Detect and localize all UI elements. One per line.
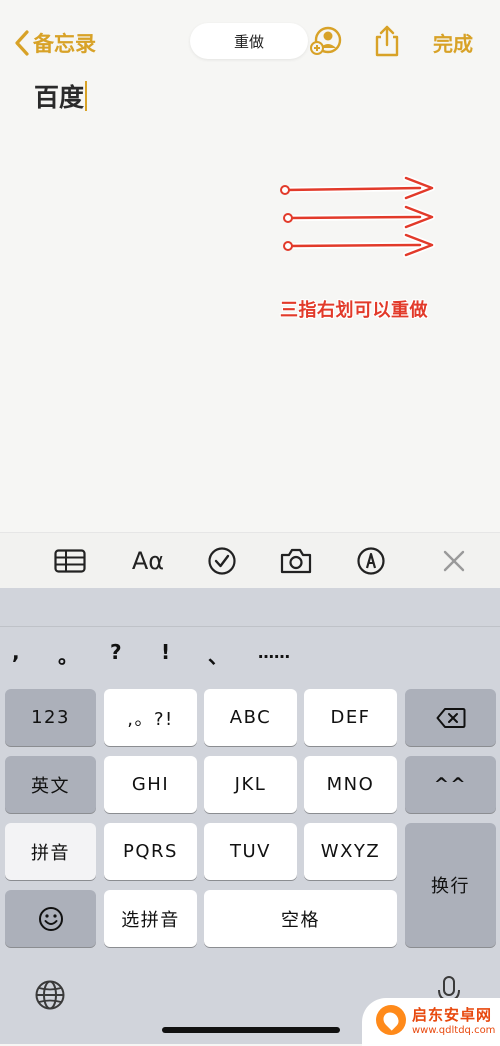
candidate-bar [0, 588, 500, 627]
redo-hud: 重做 [190, 23, 308, 59]
punctuation-key[interactable]: ? [110, 640, 122, 664]
key-select-pinyin[interactable]: 选拼音 [104, 890, 197, 947]
format-toolbar: Aα [0, 532, 500, 589]
key-emoticon[interactable]: ^^ [405, 756, 496, 813]
three-finger-swipe-arrows [270, 170, 450, 274]
swipe-arrow [283, 232, 435, 258]
watermark-title: 启东安卓网 [412, 1006, 493, 1024]
smiley-icon [38, 906, 63, 931]
back-label: 备忘录 [33, 32, 96, 56]
gesture-hint-text: 三指右划可以重做 [280, 300, 428, 321]
key-123[interactable]: 123 [5, 689, 96, 746]
checklist-icon[interactable] [205, 545, 239, 577]
watermark-logo-icon [376, 1005, 406, 1035]
format-text-icon[interactable]: Aα [128, 545, 168, 577]
swipe-arrow [283, 204, 435, 230]
punctuation-key[interactable]: …… [258, 643, 290, 662]
site-watermark: 启东安卓网 www.qdltdq.com [362, 998, 500, 1046]
punctuation-key[interactable]: , [12, 640, 20, 664]
table-icon[interactable] [53, 545, 87, 577]
key-pqrs[interactable]: PQRS [104, 823, 197, 880]
key-def[interactable]: DEF [304, 689, 397, 746]
note-title-text: 百度 [34, 83, 85, 112]
punctuation-row: , 。 ? ! 、 …… [0, 640, 320, 680]
backspace-icon [436, 707, 465, 728]
chevron-left-icon [15, 30, 29, 56]
done-button[interactable]: 完成 [433, 28, 473, 57]
key-wxyz[interactable]: WXYZ [304, 823, 397, 880]
swipe-arrow [280, 175, 435, 201]
watermark-url: www.qdltdq.com [412, 1025, 496, 1036]
nav-bar: 备忘录 重做 完成 [0, 0, 500, 80]
share-icon[interactable] [372, 24, 402, 62]
space-key[interactable]: 空格 [204, 890, 397, 947]
key-mno[interactable]: MNO [304, 756, 397, 813]
text-caret [85, 81, 88, 111]
punctuation-key[interactable]: ! [161, 640, 170, 664]
delete-key[interactable] [405, 689, 496, 746]
key-jkl[interactable]: JKL [204, 756, 297, 813]
key-abc[interactable]: ABC [204, 689, 297, 746]
close-icon[interactable] [437, 545, 471, 577]
key-english[interactable]: 英文 [5, 756, 96, 813]
back-button[interactable]: 备忘录 [14, 28, 96, 58]
key-tuv[interactable]: TUV [204, 823, 297, 880]
return-key[interactable]: 换行 [405, 823, 496, 947]
note-title[interactable]: 百度 [34, 78, 88, 114]
markup-pen-icon[interactable] [354, 545, 388, 577]
punctuation-key[interactable]: 。 [58, 640, 78, 669]
globe-icon[interactable] [34, 979, 66, 1015]
punctuation-key[interactable]: 、 [208, 640, 228, 669]
redo-label: 重做 [233, 32, 264, 51]
camera-icon[interactable] [279, 545, 313, 577]
key-ghi[interactable]: GHI [104, 756, 197, 813]
key-punctuation[interactable]: ,。?! [104, 689, 197, 746]
home-indicator[interactable] [162, 1027, 340, 1033]
key-pinyin[interactable]: 拼音 [5, 823, 96, 880]
add-person-icon[interactable] [309, 24, 343, 62]
emoji-key[interactable] [5, 890, 96, 947]
